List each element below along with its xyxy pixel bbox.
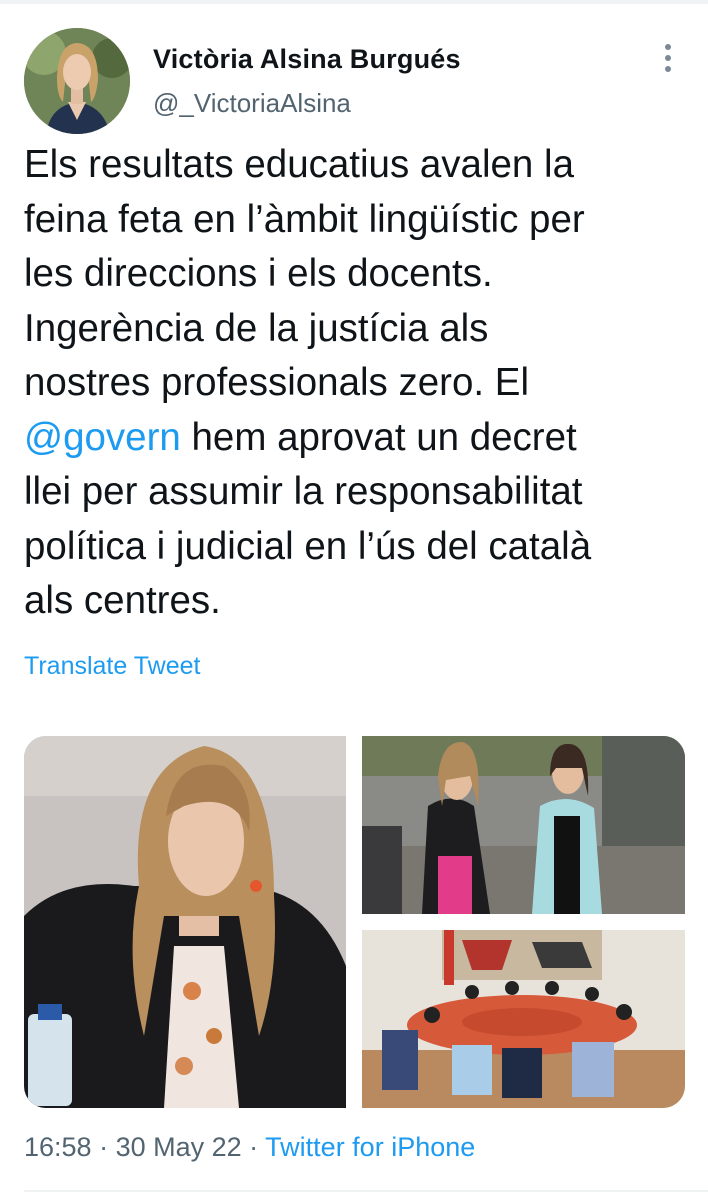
tweet-source-link[interactable]: Twitter for iPhone bbox=[265, 1132, 475, 1162]
tweet-text: Els resultats educatius avalen la feina … bbox=[24, 138, 696, 629]
tweet-date[interactable]: 30 May 22 bbox=[116, 1132, 242, 1162]
mention-link[interactable]: @govern bbox=[24, 416, 181, 459]
more-options-icon[interactable] bbox=[656, 44, 680, 76]
tweet-meta: 16:58 · 30 May 22 · Twitter for iPhone bbox=[24, 1132, 475, 1163]
author-handle[interactable]: @_VictoriaAlsina bbox=[153, 88, 351, 119]
author-display-name[interactable]: Victòria Alsina Burgués bbox=[153, 44, 461, 75]
bottom-divider bbox=[24, 1190, 708, 1192]
media-grid bbox=[24, 736, 685, 1108]
woman-portrait-photo[interactable] bbox=[24, 736, 346, 1108]
top-divider bbox=[0, 0, 708, 4]
meta-separator: · bbox=[91, 1132, 116, 1162]
cabinet-meeting-photo[interactable] bbox=[362, 930, 685, 1108]
officials-walking-photo[interactable] bbox=[362, 736, 685, 914]
meta-separator-2: · bbox=[241, 1132, 266, 1162]
translate-tweet-link[interactable]: Translate Tweet bbox=[24, 652, 200, 681]
avatar[interactable] bbox=[24, 28, 130, 134]
tweet-time[interactable]: 16:58 bbox=[24, 1132, 92, 1162]
tweet-text-part-1: Els resultats educatius avalen la feina … bbox=[24, 143, 585, 404]
